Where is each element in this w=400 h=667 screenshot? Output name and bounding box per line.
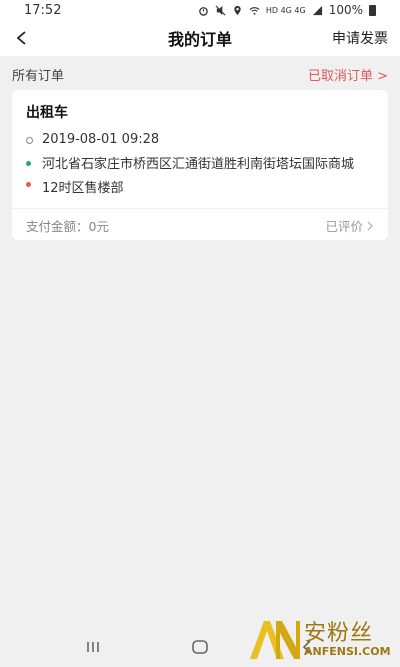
order-card[interactable]: 出租车 2019-08-01 09:28 河北省石家庄市桥西区汇通街道胜利南街塔… [12,90,388,240]
section-title: 所有订单 [12,68,65,84]
origin-row: 河北省石家庄市桥西区汇通街道胜利南街塔坛国际商城 [26,156,374,173]
order-type: 出租车 [26,105,68,121]
apply-invoice-button[interactable]: 申请发票 [332,28,388,48]
card-footer: 支付金额：0元 已评价 [26,216,374,235]
order-time-row: 2019-08-01 09:28 [26,132,374,147]
destination-row: 12时区售楼部 [26,177,374,196]
destination-dot-icon [26,182,31,187]
home-icon [192,640,208,654]
status-time: 17:52 [24,2,62,18]
watermark-en: ANFENSI.COM [304,645,391,658]
battery-icon [369,4,376,16]
clock-icon [26,137,33,144]
watermark-cn: 安粉丝 [304,621,374,646]
status-icons: HD 4G 4G 100% [198,3,376,17]
home-button[interactable] [180,632,220,662]
review-status[interactable]: 已评价 [325,216,374,235]
chevron-right-icon [367,221,373,230]
back-button[interactable] [8,24,36,52]
origin-dot-icon [26,161,31,166]
destination-address: 12时区售楼部 [42,181,124,196]
wifi-icon [249,6,260,15]
alarm-icon [199,6,208,16]
title-bar: 我的订单 申请发票 [0,20,400,56]
battery-percent: 100% [328,3,363,17]
status-bar: 17:52 HD 4G 4G 100% [0,0,400,20]
back-arrow-icon [16,31,26,45]
watermark: 安粉丝 ANFENSI.COM [246,617,394,663]
recent-apps-icon [87,642,100,652]
location-icon [234,5,241,15]
card-divider [12,208,388,209]
cancelled-orders-link[interactable]: 已取消订单 > [308,65,388,84]
order-datetime: 2019-08-01 09:28 [42,132,160,147]
origin-address: 河北省石家庄市桥西区汇通街道胜利南街塔坛国际商城 [42,157,355,172]
section-header: 所有订单 已取消订单 > [0,56,400,92]
recent-apps-button[interactable] [73,632,113,662]
review-status-label: 已评价 [325,219,363,234]
network-label: HD 4G 4G [265,5,306,15]
signal-icon [312,5,322,15]
anfensi-logo-icon [250,621,300,659]
mute-icon [215,5,226,15]
page-title: 我的订单 [167,30,232,49]
payment-amount: 支付金额：0元 [26,219,109,234]
